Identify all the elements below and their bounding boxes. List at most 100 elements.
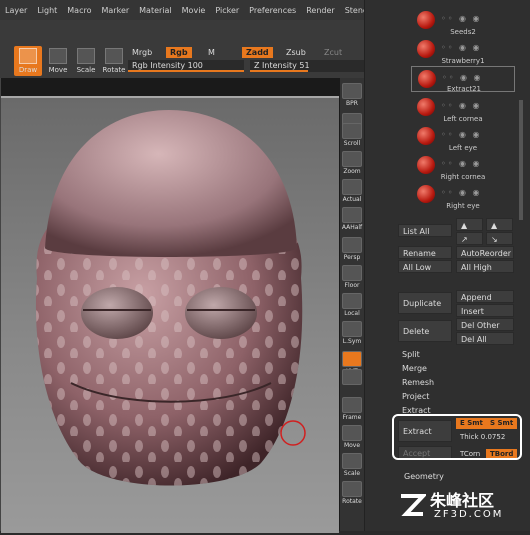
del-all-button[interactable]: Del All	[456, 332, 514, 345]
draw-button[interactable]: Draw	[14, 46, 42, 76]
scale-icon	[77, 48, 95, 64]
zcut-button[interactable]: Zcut	[320, 47, 346, 58]
visibility-eye-icon[interactable]: ◦◦ ◉ ◉	[441, 14, 481, 23]
move-up-button[interactable]: ▲	[456, 218, 483, 231]
move-down-button[interactable]: ↗	[456, 232, 483, 245]
extract-highlight	[392, 414, 522, 460]
subtool-item[interactable]: ◦◦ ◉ ◉ Strawberry1	[411, 37, 515, 65]
project-section[interactable]: Project	[402, 392, 429, 401]
menu-item-material[interactable]: Material	[134, 6, 177, 15]
scroll-icon	[342, 123, 362, 139]
bpr-label: BPR	[346, 100, 358, 107]
frame-button[interactable]: Frame	[341, 396, 363, 424]
del-other-button[interactable]: Del Other	[456, 318, 514, 331]
subtool-item[interactable]: ◦◦ ◉ ◉ Left cornea	[411, 95, 515, 123]
subtool-label: Right eye	[446, 202, 480, 210]
visibility-eye-icon[interactable]: ◦◦ ◉ ◉	[441, 43, 481, 52]
scroll-button[interactable]: Scroll	[341, 122, 363, 150]
viewport[interactable]	[1, 96, 339, 533]
delete-button[interactable]: Delete	[398, 320, 452, 342]
rename-button[interactable]: Rename	[398, 246, 452, 259]
xyz-icon	[342, 351, 362, 367]
visibility-eye-icon[interactable]: ◦◦ ◉ ◉	[442, 73, 482, 82]
rotate-button[interactable]: Rotate	[100, 46, 128, 76]
watermark: 朱峰社区 ZF3D.COM	[398, 487, 528, 527]
floor-label: Floor	[344, 282, 360, 289]
visibility-eye-icon[interactable]: ◦◦ ◉ ◉	[441, 130, 481, 139]
duplicate-button[interactable]: Duplicate	[398, 292, 452, 314]
visibility-eye-icon[interactable]: ◦◦ ◉ ◉	[441, 101, 481, 110]
rgb-button[interactable]: Rgb	[166, 47, 192, 58]
zsub-button[interactable]: Zsub	[282, 47, 310, 58]
rgb-intensity-label: Rgb Intensity	[132, 61, 186, 70]
subtool-thumbnail	[417, 156, 435, 174]
l-sym-button[interactable]: L.Sym	[341, 320, 363, 348]
actual-button[interactable]: Actual	[341, 178, 363, 206]
visibility-eye-icon[interactable]: ◦◦ ◉ ◉	[441, 188, 481, 197]
all-low-button[interactable]: All Low	[398, 260, 452, 273]
zoom-button[interactable]: Zoom	[341, 150, 363, 178]
subtool-item[interactable]: ◦◦ ◉ ◉ Seeds2	[411, 8, 515, 36]
local-label: Local	[344, 310, 360, 317]
mrgb-button[interactable]: Mrgb	[128, 47, 156, 58]
l-sym-label: L.Sym	[342, 338, 362, 345]
scroll-label: Scroll	[343, 140, 361, 147]
all-high-button[interactable]: All High	[456, 260, 514, 273]
subtool-scrollbar[interactable]	[519, 100, 523, 220]
menu-item-light[interactable]: Light	[32, 6, 62, 15]
menu-item-picker[interactable]: Picker	[210, 6, 244, 15]
menu-item-macro[interactable]: Macro	[62, 6, 96, 15]
subtool-label: Left cornea	[443, 115, 483, 123]
move-label: Move	[343, 442, 361, 449]
move-up-end-button[interactable]: ▲	[486, 218, 513, 231]
subtool-item[interactable]: ◦◦ ◉ ◉ Left eye	[411, 124, 515, 152]
rotate-icon	[342, 481, 362, 497]
auto-reorder-button[interactable]: AutoReorder	[456, 246, 514, 259]
insert-button[interactable]: Insert	[456, 304, 514, 317]
l-sym-icon	[342, 321, 362, 337]
local-button[interactable]: Local	[341, 292, 363, 320]
document-canvas[interactable]	[0, 78, 341, 533]
z-intensity-slider[interactable]: Z Intensity 51	[250, 60, 364, 72]
scale-button[interactable]: Scale	[72, 46, 100, 76]
aahalf-button[interactable]: AAHalf	[341, 206, 363, 234]
zoom-icon	[342, 151, 362, 167]
subtool-thumbnail	[417, 127, 435, 145]
floor-button[interactable]: Floor	[341, 264, 363, 292]
menu-item-marker[interactable]: Marker	[97, 6, 135, 15]
menu-item-render[interactable]: Render	[301, 6, 339, 15]
menu-item-layer[interactable]: Layer	[0, 6, 32, 15]
subtool-item[interactable]: ◦◦ ◉ ◉ Right eye	[411, 182, 515, 210]
move-button[interactable]: Move	[341, 424, 363, 452]
append-button[interactable]: Append	[456, 290, 514, 303]
menu-item-preferences[interactable]: Preferences	[244, 6, 301, 15]
list-all-button[interactable]: List All	[398, 224, 452, 237]
move-down-end-button[interactable]: ↘	[486, 232, 513, 245]
z-intensity-label: Z Intensity	[254, 61, 297, 70]
draw-label: Draw	[18, 66, 38, 74]
remesh-section[interactable]: Remesh	[402, 378, 434, 387]
merge-section[interactable]: Merge	[402, 364, 427, 373]
logo-icon	[401, 494, 426, 516]
bpr-button[interactable]: BPR	[341, 82, 363, 110]
m-button[interactable]: M	[204, 47, 219, 58]
z-intensity-value: 51	[299, 61, 310, 70]
zadd-button[interactable]: Zadd	[242, 47, 273, 58]
frame-icon	[342, 397, 362, 413]
subtool-item[interactable]: ◦◦ ◉ ◉ Right cornea	[411, 153, 515, 181]
rgb-intensity-value: 100	[187, 61, 203, 70]
menu-item-movie[interactable]: Movie	[177, 6, 211, 15]
aahalf-label: AAHalf	[341, 224, 363, 231]
visibility-eye-icon[interactable]: ◦◦ ◉ ◉	[441, 159, 481, 168]
rotate-button[interactable]: Rotate	[341, 480, 363, 508]
geometry-section[interactable]: Geometry	[404, 472, 444, 481]
split-section[interactable]: Split	[402, 350, 420, 359]
subtool-label: Extract21	[447, 85, 481, 93]
scale-icon	[342, 453, 362, 469]
scale-button[interactable]: Scale	[341, 452, 363, 480]
subtool-item[interactable]: ◦◦ ◉ ◉ Extract21	[411, 66, 515, 93]
tool-button[interactable]	[341, 368, 363, 396]
persp-button[interactable]: Persp	[341, 236, 363, 264]
move-button[interactable]: Move	[44, 46, 72, 76]
rgb-intensity-slider[interactable]: Rgb Intensity 100	[128, 60, 244, 72]
